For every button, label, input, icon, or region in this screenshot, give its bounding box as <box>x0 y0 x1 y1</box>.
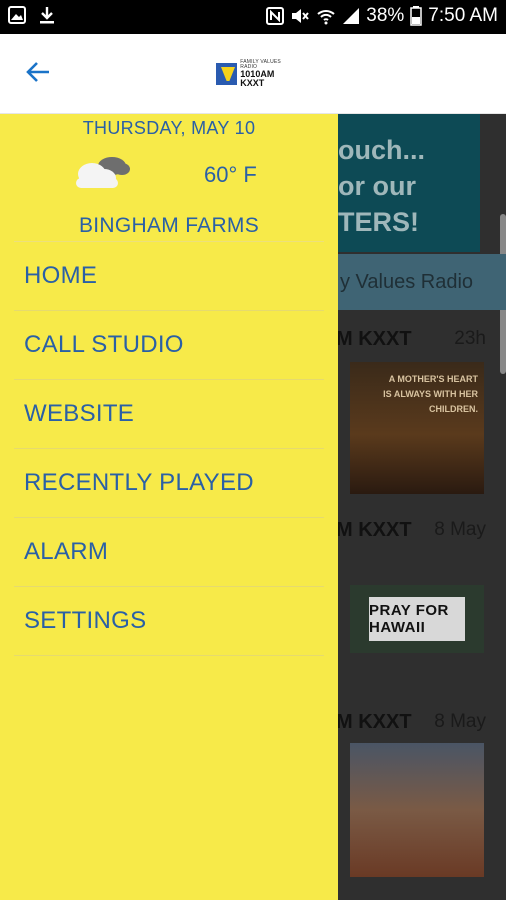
promo-line: or our <box>338 171 416 201</box>
menu-item-home[interactable]: HOME <box>14 242 324 311</box>
post-source: M KXXT <box>338 328 412 350</box>
status-bar: 38% 7:50 AM <box>0 0 506 34</box>
date-label: THURSDAY, MAY 10 <box>82 118 256 138</box>
feed-post: M KXXT 8 May <box>338 711 506 734</box>
drawer-menu: HOME CALL STUDIO WEBSITE RECENTLY PLAYED… <box>14 241 324 656</box>
menu-item-website[interactable]: WEBSITE <box>14 380 324 449</box>
location-label: BINGHAM FARMS <box>78 214 260 237</box>
menu-item-settings[interactable]: SETTINGS <box>14 587 324 656</box>
menu-item-call-studio[interactable]: CALL STUDIO <box>14 311 324 380</box>
feed-post: M KXXT 23h <box>338 328 506 351</box>
feed-post: M KXXT 8 May <box>338 519 506 542</box>
promo-line: ouch... <box>338 135 425 165</box>
post-time: 23h <box>454 328 486 349</box>
post-source: M KXXT <box>338 711 412 733</box>
channel-bar: y Values Radio <box>338 254 506 310</box>
promo-line: TERS! <box>338 207 419 237</box>
post-source: M KXXT <box>338 519 412 541</box>
post-image: PRAY FOR HAWAII <box>350 585 484 653</box>
signal-icon <box>342 7 360 25</box>
download-icon <box>38 6 56 24</box>
menu-item-recently-played[interactable]: RECENTLY PLAYED <box>14 449 324 518</box>
post-image: A MOTHER'S HEART IS ALWAYS WITH HER CHIL… <box>350 362 484 494</box>
arrow-left-icon <box>25 60 51 89</box>
back-button[interactable] <box>20 56 56 92</box>
main-content-dimmed: ouch... or our TERS! y Values Radio M KX… <box>338 114 506 900</box>
image-caption: A MOTHER'S HEART IS ALWAYS WITH HER CHIL… <box>383 374 478 414</box>
battery-icon <box>410 6 423 26</box>
menu-item-alarm[interactable]: ALARM <box>14 518 324 587</box>
image-caption: PRAY FOR HAWAII <box>369 597 465 641</box>
image-notification-icon <box>8 6 26 24</box>
app-bar: FAMILY VALUES RADIO 1010AM KXXT <box>0 34 506 114</box>
mute-icon <box>290 7 310 25</box>
promo-banner: ouch... or our TERS! <box>338 114 480 252</box>
post-time: 8 May <box>434 519 486 540</box>
battery-percent: 38% <box>366 5 405 26</box>
clock: 7:50 AM <box>428 5 498 26</box>
post-image <box>350 743 484 877</box>
post-time: 8 May <box>434 711 486 732</box>
cloudy-icon <box>70 152 134 192</box>
temperature: 60° F <box>204 162 257 187</box>
logo-mark <box>216 63 238 85</box>
logo-line2: 1010AM KXXT <box>240 69 275 88</box>
wifi-icon <box>316 7 336 25</box>
navigation-drawer: THURSDAY, MAY 10 60° F BINGHAM FARMS HOM… <box>0 114 338 900</box>
nfc-icon <box>266 7 285 25</box>
station-logo: FAMILY VALUES RADIO 1010AM KXXT <box>216 60 294 88</box>
